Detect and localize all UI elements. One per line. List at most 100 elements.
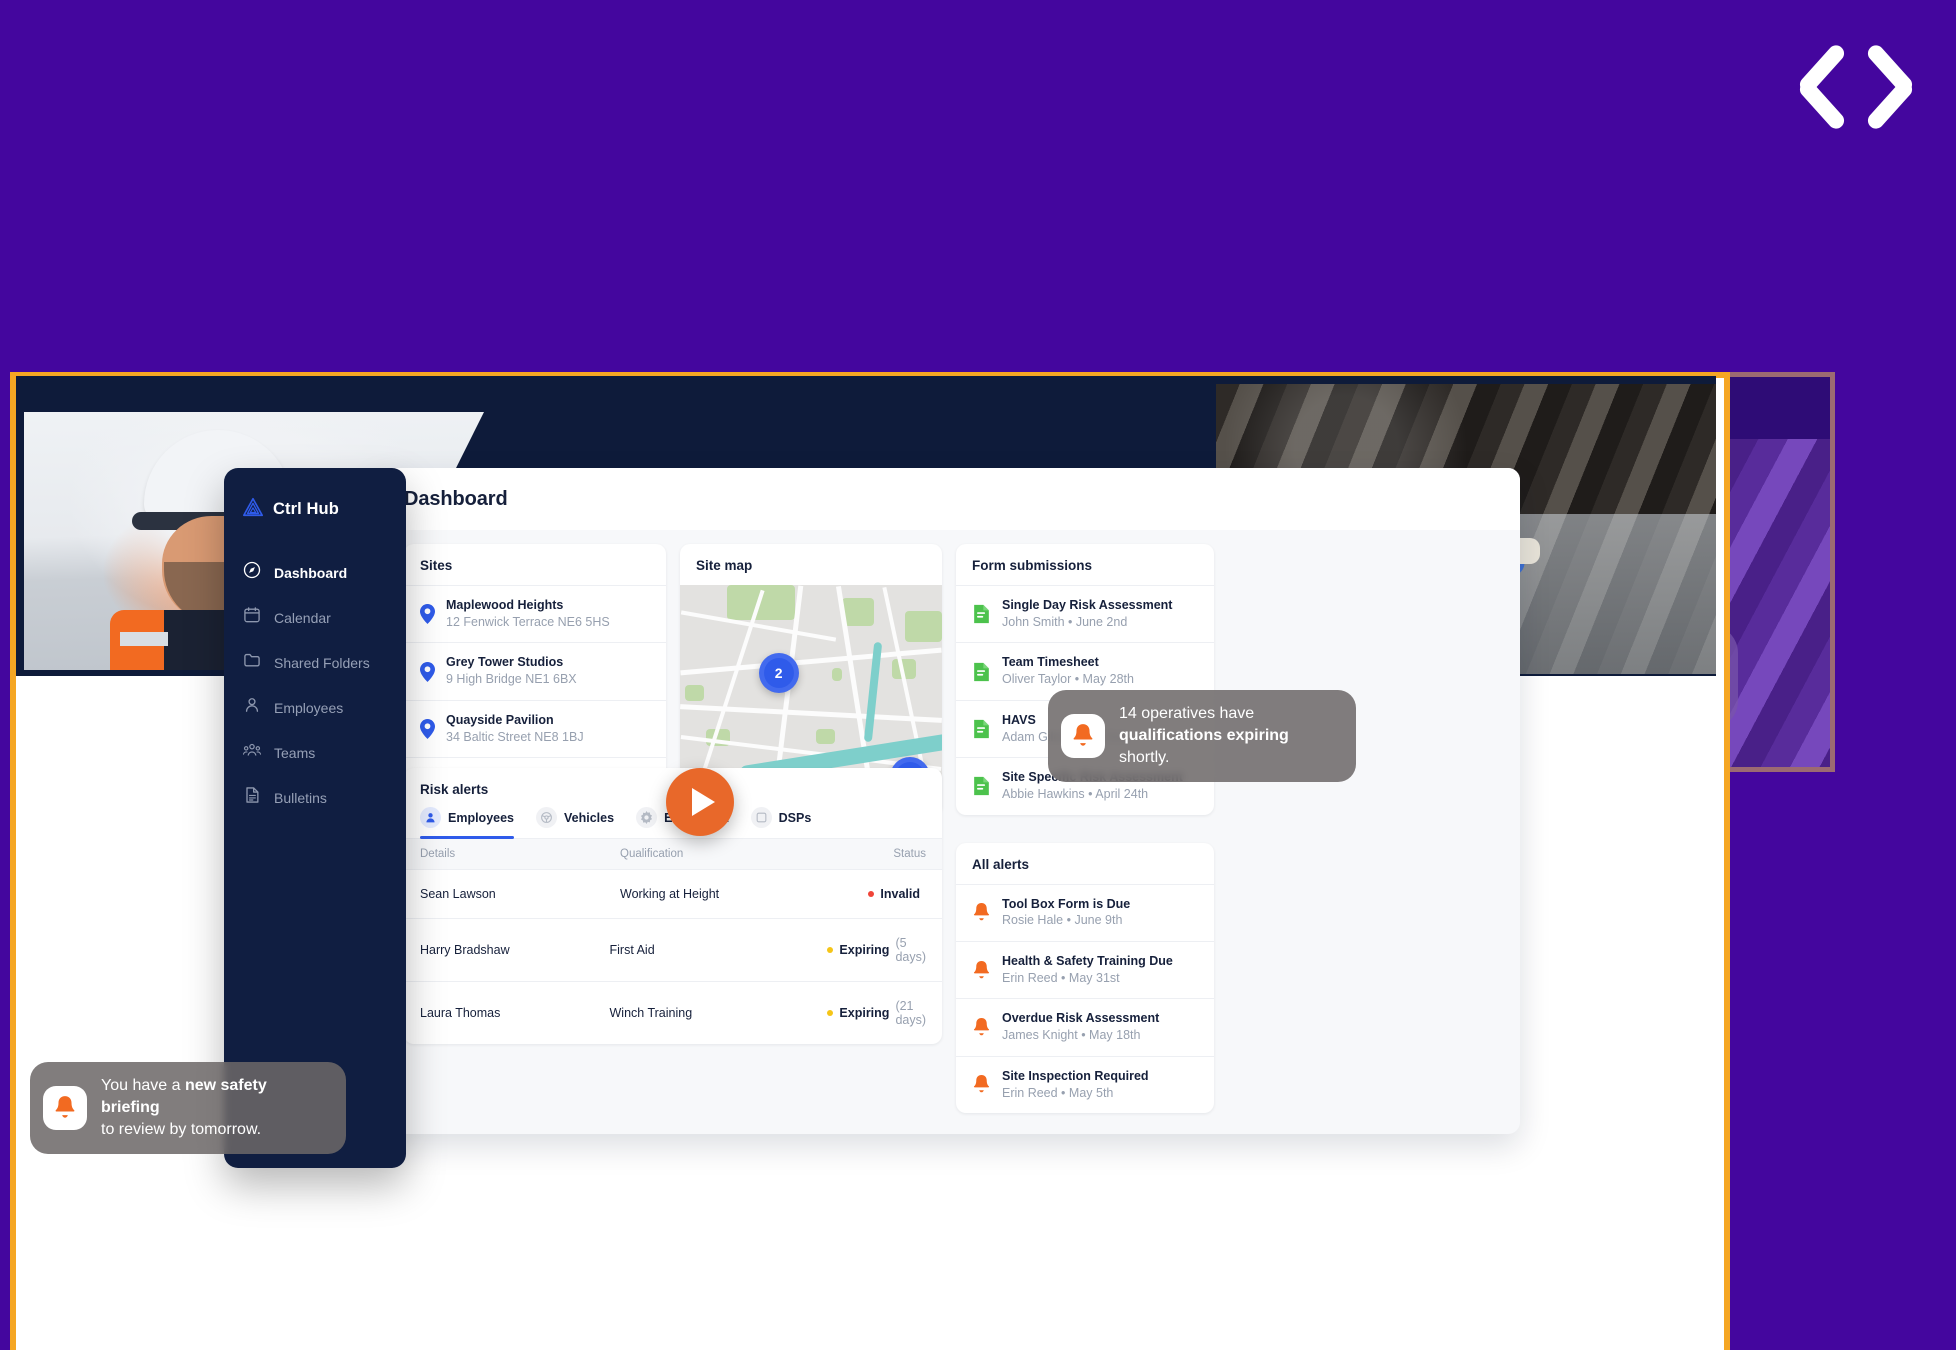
alert-name: Health & Safety Training Due xyxy=(1002,953,1173,968)
green-document-icon xyxy=(974,719,989,739)
ctrl-hub-x-logo xyxy=(1796,38,1916,132)
alert-item[interactable]: Tool Box Form is Due Rosie Hale • June 9… xyxy=(956,883,1214,941)
document-icon xyxy=(242,785,262,810)
sidebar-item-bulletins[interactable]: Bulletins xyxy=(224,775,406,820)
green-document-icon xyxy=(974,662,989,681)
green-document-icon xyxy=(974,777,989,796)
form-meta: Abbie Hawkins • April 24th xyxy=(1002,787,1149,801)
all-alerts-card: All alerts Tool Box Form is Due Rosie Ha… xyxy=(956,842,1214,1113)
alert-name: Tool Box Form is Due xyxy=(1002,896,1131,911)
site-name: Maplewood Heights xyxy=(446,598,564,612)
person-icon xyxy=(420,807,441,828)
map-pin-icon xyxy=(420,718,435,739)
status-dot xyxy=(827,947,834,953)
site-list-item[interactable]: Grey Tower Studios 9 High Bridge NE1 6BX xyxy=(404,642,666,699)
brand: Ctrl Hub xyxy=(224,490,406,524)
orange-bell-icon xyxy=(1061,714,1105,759)
tab-label: Vehicles xyxy=(564,810,615,825)
orange-bell-icon xyxy=(43,1086,87,1131)
form-meta: Oliver Taylor • May 28th xyxy=(1002,672,1134,687)
tab-label: DSPs xyxy=(778,810,812,825)
column-header-qualification: Qualification xyxy=(620,848,684,860)
tab-vehicles[interactable]: Vehicles xyxy=(536,807,614,838)
toast-safety-briefing[interactable]: You have a new safety briefing to review… xyxy=(30,1062,346,1155)
person-icon xyxy=(242,695,262,720)
table-row[interactable]: Harry Bradshaw First Aid Expiring (5 day… xyxy=(404,918,942,981)
site-address: 12 Fenwick Terrace NE6 5HS xyxy=(446,614,610,629)
row-details: Laura Thomas xyxy=(420,1006,501,1020)
table-row[interactable]: Sean Lawson Working at Height Invalid xyxy=(404,869,942,918)
row-details: Harry Bradshaw xyxy=(420,943,510,957)
alert-meta: Erin Reed • May 5th xyxy=(1002,1085,1114,1100)
table-row[interactable]: Laura Thomas Winch Training Expiring (21… xyxy=(404,981,942,1044)
row-qualification: Working at Height xyxy=(620,887,720,901)
row-status: Invalid xyxy=(850,887,926,901)
gear-icon xyxy=(636,807,658,828)
sidebar-nav: Dashboard Calendar Shared Folders Employ… xyxy=(224,550,406,820)
orange-bell-icon xyxy=(973,1075,990,1093)
site-name: Quayside Pavilion xyxy=(446,712,554,727)
sidebar-item-employees[interactable]: Employees xyxy=(224,685,406,730)
steering-wheel-icon xyxy=(536,807,558,828)
alert-item[interactable]: Site Inspection Required Erin Reed • May… xyxy=(956,1055,1214,1113)
row-qualification: Winch Training xyxy=(609,1006,693,1020)
orange-bell-icon xyxy=(973,903,990,921)
folder-icon xyxy=(242,650,262,675)
site-map-title: Site map xyxy=(696,558,753,573)
orange-bell-icon xyxy=(973,960,990,978)
tab-employees[interactable]: Employees xyxy=(420,807,515,839)
alert-name: Overdue Risk Assessment xyxy=(1002,1011,1160,1026)
row-status: Expiring (21 days) xyxy=(827,999,926,1027)
play-video-button[interactable] xyxy=(666,768,734,836)
map-cluster-marker[interactable]: 2 xyxy=(758,652,799,693)
status-label: Expiring xyxy=(839,1006,890,1020)
row-qualification: First Aid xyxy=(609,943,655,957)
map-cluster-count: 2 xyxy=(774,664,783,681)
alert-item[interactable]: Overdue Risk Assessment James Knight • M… xyxy=(956,998,1214,1055)
dsp-icon xyxy=(750,807,772,828)
alert-item[interactable]: Health & Safety Training Due Erin Reed •… xyxy=(956,940,1214,998)
risk-table-header: Details Qualification Status xyxy=(404,839,942,869)
toast-line2: to review by tomorrow. xyxy=(101,1121,262,1139)
toast-line2-bold: qualifications expiring xyxy=(1119,727,1289,745)
sidebar-item-teams[interactable]: Teams xyxy=(224,730,406,775)
toast-text: You have a new safety briefing to review… xyxy=(101,1075,324,1141)
status-dot xyxy=(868,891,875,897)
sidebar-item-label: Teams xyxy=(274,744,316,761)
tab-label: Employees xyxy=(448,810,515,825)
site-address: 9 High Bridge NE1 6BX xyxy=(446,672,577,687)
site-name: Grey Tower Studios xyxy=(446,655,564,670)
toast-line2-post: shortly. xyxy=(1119,749,1170,767)
brand-name: Ctrl Hub xyxy=(273,499,339,518)
map-pin-icon xyxy=(420,661,435,682)
alert-meta: Erin Reed • May 31st xyxy=(1002,970,1120,985)
form-meta: John Smith • June 2nd xyxy=(1002,614,1128,629)
tab-dsps[interactable]: DSPs xyxy=(750,807,812,838)
toast-line1: 14 operatives have xyxy=(1119,705,1255,722)
green-document-icon xyxy=(974,605,989,624)
row-details: Sean Lawson xyxy=(420,887,496,901)
map-pin-icon xyxy=(420,604,435,625)
site-list-item[interactable]: Quayside Pavilion 34 Baltic Street NE8 1… xyxy=(404,699,666,757)
toast-qualifications-expiring[interactable]: 14 operatives have qualifications expiri… xyxy=(1048,690,1356,783)
sidebar-item-label: Dashboard xyxy=(274,564,348,581)
status-dot xyxy=(827,1010,834,1016)
application-window: Ctrl Hub Dashboard Calendar Shared Folde… xyxy=(16,376,1716,1350)
form-submission-item[interactable]: Single Day Risk Assessment John Smith • … xyxy=(956,585,1214,642)
status-sub: (21 days) xyxy=(895,999,927,1027)
main-panel: Dashboard Sites Maplewood Heights 12 Fen… xyxy=(372,468,1520,1134)
site-list-item[interactable]: Maplewood Heights 12 Fenwick Terrace NE6… xyxy=(404,585,666,642)
row-status: Expiring (5 days) xyxy=(827,936,926,964)
sidebar-item-label: Shared Folders xyxy=(274,654,370,671)
status-label: Expiring xyxy=(839,943,890,957)
alert-meta: James Knight • May 18th xyxy=(1002,1028,1141,1043)
form-name: Team Timesheet xyxy=(1002,655,1099,670)
sidebar-item-label: Calendar xyxy=(274,609,331,626)
sidebar-item-dashboard[interactable]: Dashboard xyxy=(224,550,406,595)
ctrl-hub-triangle-icon xyxy=(242,496,264,523)
status-label: Invalid xyxy=(880,887,920,901)
calendar-icon xyxy=(242,605,262,630)
sidebar-item-calendar[interactable]: Calendar xyxy=(224,595,406,640)
sidebar-item-shared-folders[interactable]: Shared Folders xyxy=(224,640,406,685)
toast-line1-pre: You have a xyxy=(101,1077,185,1094)
